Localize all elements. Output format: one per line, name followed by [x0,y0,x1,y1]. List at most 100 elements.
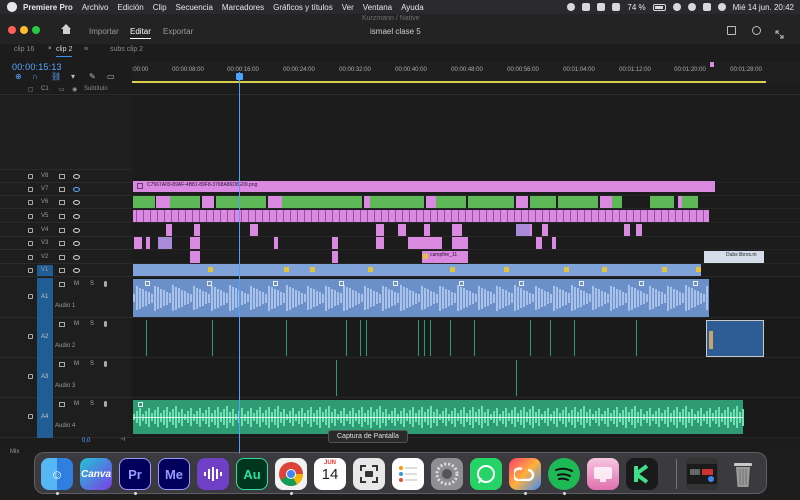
audio-clip[interactable] [366,320,367,356]
sequence-menu-icon[interactable]: ≡ [84,46,88,53]
video-clip[interactable] [133,264,701,276]
audio-clip[interactable] [146,320,147,356]
record-icon[interactable] [567,3,576,11]
mute-button[interactable]: M [74,321,79,327]
master-arrow-icon[interactable]: ⊣ [120,436,125,443]
video-clip[interactable] [216,196,266,208]
spotlight-icon[interactable] [687,3,696,11]
control-center-icon[interactable] [702,3,711,11]
graphic-clip[interactable] [274,237,278,249]
bluetooth-icon[interactable] [612,3,621,11]
mute-button[interactable]: M [74,361,79,367]
audio-clip[interactable] [212,320,213,356]
clock[interactable]: Mié 14 jun. 20:42 [733,3,794,12]
graphic-clip[interactable] [194,224,200,236]
screenshot-app-icon[interactable] [353,458,385,490]
audio-clip[interactable] [424,320,425,356]
lock-icon[interactable] [28,241,33,246]
audition-icon[interactable]: Au [236,458,268,490]
dropbox-icon[interactable] [582,3,591,11]
graphic-clip[interactable] [536,237,542,249]
sequence-tab-clip2[interactable]: clip 2 [56,46,73,57]
snap-icon[interactable]: ∩ [32,73,40,81]
sequence-tab-clip16[interactable]: clip 16 [14,46,34,53]
chrome-icon[interactable] [275,458,307,490]
graphic-clip[interactable] [408,237,432,249]
graphic-clip[interactable] [376,237,384,249]
mic-icon[interactable] [104,401,107,407]
settings-wrench-icon[interactable]: ✎ [89,73,97,81]
mute-button[interactable]: M [74,401,79,407]
close-tab-icon[interactable]: × [48,46,52,52]
media-encoder-icon[interactable]: Me [158,458,190,490]
lock-icon[interactable] [28,294,33,299]
close-window-button[interactable] [8,26,16,34]
fullscreen-icon[interactable] [775,26,784,39]
canva-icon[interactable]: Canva [80,458,112,490]
sync-lock-icon[interactable] [59,402,65,407]
minimize-window-button[interactable] [20,26,28,34]
quick-export-icon[interactable] [727,26,736,35]
playhead[interactable] [239,72,240,454]
tab-editar[interactable]: Editar [130,27,151,39]
lock-icon[interactable] [28,255,33,260]
video-clip[interactable] [516,196,528,208]
graphic-clip[interactable] [636,224,642,236]
graphic-clip[interactable] [376,224,384,236]
video-clip[interactable] [202,196,214,208]
audio-clip[interactable] [430,320,431,356]
sync-lock-icon[interactable] [59,255,65,260]
eye-icon[interactable] [73,268,80,273]
film-icon[interactable]: ▭ [59,86,65,93]
audio-clip[interactable] [450,320,451,356]
timecode[interactable]: 00:00:15:13 [12,62,62,72]
sync-lock-icon[interactable] [59,282,65,287]
audio-clip[interactable] [336,360,337,396]
video-clip[interactable] [170,196,200,208]
graphic-clip[interactable] [134,237,142,249]
sync-lock-icon[interactable] [59,362,65,367]
playhead-handle[interactable] [236,73,243,80]
video-clip[interactable] [468,196,514,208]
creative-cloud-icon[interactable] [509,458,541,490]
graphic-clip[interactable] [432,237,442,249]
eye-icon[interactable]: ◉ [72,86,77,93]
graphic-clip[interactable]: campfire_11 [422,251,468,263]
graphic-clip[interactable] [624,224,630,236]
graphic-clip[interactable] [190,237,200,249]
calendar-icon[interactable]: JUN 14 [314,458,346,490]
solo-button[interactable]: S [90,361,94,367]
video-clip[interactable] [530,196,556,208]
menu-clip[interactable]: Clip [153,3,167,12]
video-clip[interactable] [650,196,674,208]
graphic-clip[interactable] [250,224,258,236]
sync-lock-icon[interactable] [59,268,65,273]
clip-thumbnail[interactable] [706,320,764,357]
graphic-clip[interactable] [166,224,172,236]
menu-ayuda[interactable]: Ayuda [401,3,424,12]
solo-button[interactable]: S [90,281,94,287]
video-clip[interactable] [612,196,622,208]
audio-clip[interactable] [286,320,287,356]
eye-icon[interactable] [73,255,80,260]
volume-rubberband[interactable] [133,417,743,418]
video-clip[interactable] [156,196,170,208]
timeline-lanes[interactable]: C7567A09-89AF-4B81-89F8-3768A86D8E09.png… [132,44,800,454]
audio-clip[interactable] [133,400,744,434]
lock-icon[interactable]: ▢ [28,86,34,93]
video-clip[interactable] [426,196,436,208]
zoom-window-button[interactable] [32,26,40,34]
menu-ventana[interactable]: Ventana [363,3,392,12]
graphic-clip[interactable] [516,224,530,236]
graphic-clip[interactable]: Dubs libros.m [704,251,764,263]
audio-clip[interactable] [474,320,475,356]
graphic-clip[interactable] [542,224,548,236]
graphic-clip[interactable] [158,237,172,249]
video-clip[interactable] [558,196,598,208]
reminders-icon[interactable] [392,458,424,490]
graphic-clip[interactable] [332,251,338,263]
audio-clip[interactable] [574,320,575,356]
sync-lock-icon[interactable] [59,214,65,219]
video-clip[interactable] [600,196,612,208]
podcast-icon[interactable] [197,458,229,490]
